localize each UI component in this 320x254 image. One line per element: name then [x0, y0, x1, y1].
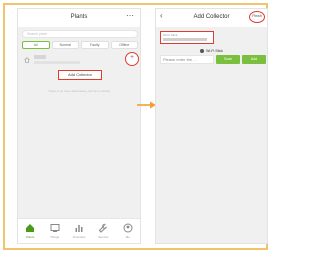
radio-selected-icon [200, 48, 205, 53]
home-icon [24, 57, 30, 63]
nav-item-things[interactable]: Things [42, 219, 66, 243]
devices-icon [50, 224, 60, 232]
search-placeholder: Search plant [27, 32, 47, 36]
nav-item-plants[interactable]: Plants [18, 219, 42, 243]
add-collector-header: ‹ Add Collector Finish [156, 9, 267, 27]
empty-list-text: There is no more data below, pull up to … [48, 89, 110, 93]
plant-name-redacted [34, 55, 46, 59]
nav-item-overview[interactable]: Overview [67, 219, 91, 243]
wifi-stick-option[interactable]: Wi-Fi Stick [156, 47, 267, 55]
nav-label: Service [98, 235, 109, 239]
nav-label: Overview [72, 235, 86, 239]
plus-icon[interactable]: + [125, 52, 139, 66]
nav-label: Plants [26, 235, 35, 239]
tab-normal[interactable]: Normal [51, 41, 79, 49]
plants-screen: Plants ⋯ Search plant All Normal Faulty … [17, 8, 141, 244]
user-icon [123, 223, 133, 233]
home-icon [26, 224, 35, 232]
collector-sn-input[interactable]: Please enter the ... [160, 55, 214, 64]
bar-chart-icon [75, 225, 83, 232]
wifi-option-label: Wi-Fi Stick [206, 49, 223, 53]
collector-entry-row: Please enter the ... Scan Add [160, 55, 266, 64]
finish-button[interactable]: Finish [249, 11, 265, 23]
search-input[interactable]: Search plant [22, 30, 138, 38]
tab-offline[interactable]: Offline [110, 41, 138, 49]
wifi-stick-label: Wi-Fi Stick [163, 33, 178, 37]
bottom-navigation: Plants Things Overview Service Me [18, 218, 140, 243]
page-title: Plants [70, 14, 88, 20]
plant-detail-redacted [34, 61, 80, 64]
nav-label: Me [125, 235, 130, 239]
scan-button[interactable]: Scan [216, 55, 240, 64]
ellipsis-icon[interactable]: ⋯ [126, 12, 134, 20]
wifi-stick-field[interactable]: Wi-Fi Stick [160, 31, 214, 44]
wifi-stick-value-redacted [163, 38, 207, 41]
wrench-icon [99, 223, 108, 233]
add-collector-menu-item[interactable]: Add Collector [58, 70, 102, 80]
nav-item-me[interactable]: Me [116, 219, 140, 243]
plant-list-item[interactable] [22, 54, 138, 68]
status-tabs: All Normal Faulty Offline [22, 41, 138, 49]
tab-all[interactable]: All [22, 41, 50, 49]
add-button[interactable]: Add [242, 55, 266, 64]
nav-label: Things [50, 235, 60, 239]
plants-header: Plants ⋯ [18, 9, 140, 27]
tab-faulty[interactable]: Faulty [81, 41, 109, 49]
nav-item-service[interactable]: Service [91, 219, 115, 243]
add-collector-screen: ‹ Add Collector Finish Wi-Fi Stick Wi-Fi… [155, 8, 268, 244]
